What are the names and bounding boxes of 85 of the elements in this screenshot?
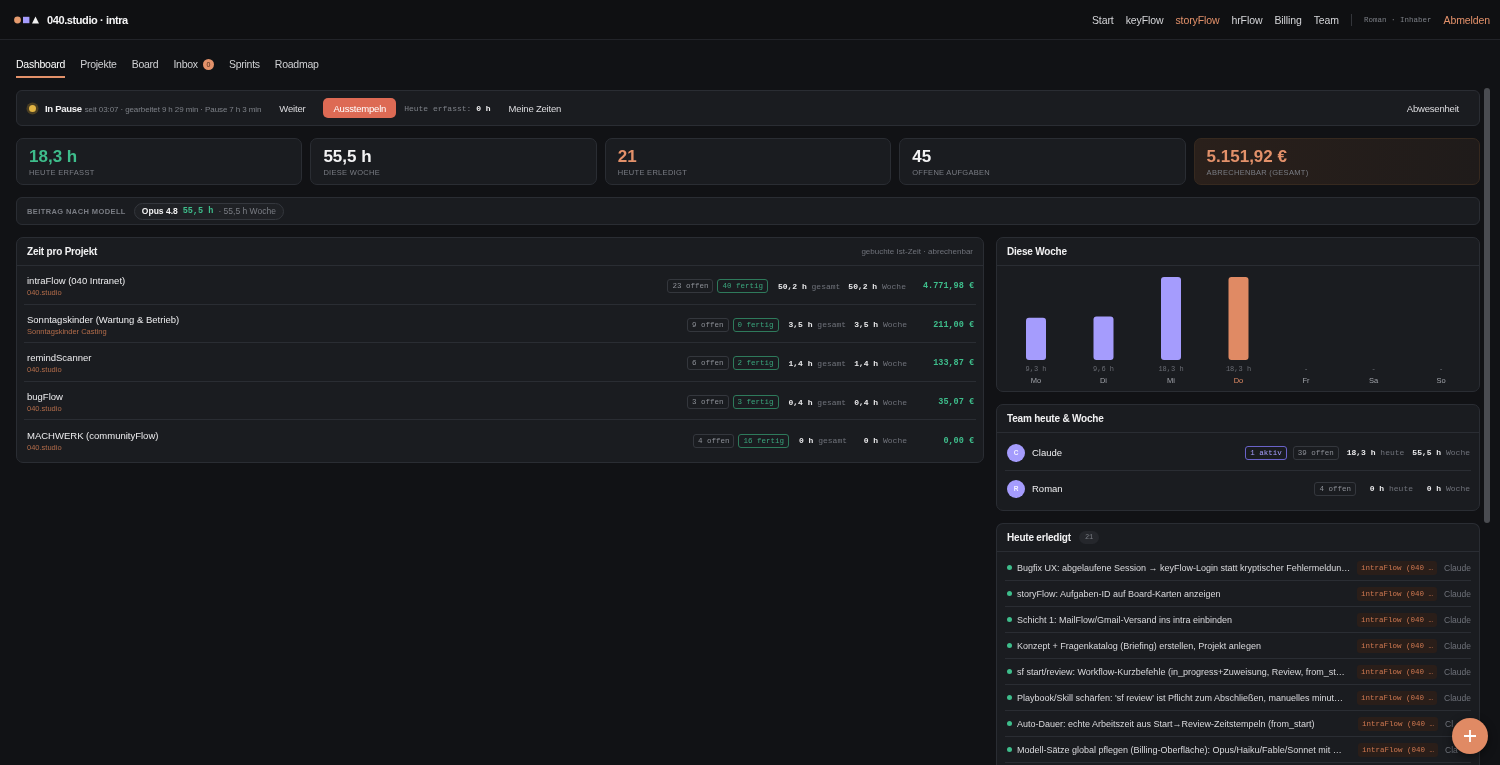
done-status-icon [1007, 721, 1012, 726]
assignee-name: Claude [1444, 666, 1471, 677]
tab[interactable]: Board [131, 56, 159, 78]
panel-title: Heute erledigt [1007, 532, 1071, 543]
done-status-icon [1007, 565, 1012, 570]
task-title: Schicht 1: MailFlow/Gmail-Versand ins intra einbinden [1017, 614, 1234, 625]
stat-value: 45 [912, 147, 932, 167]
task-title: Konzept + Fragenkatalog (Briefing) erstellen, Projekt anlegen [1017, 640, 1262, 651]
billable-amount: 0,00 € [942, 435, 974, 446]
panel-title: Zeit pro Projekt [27, 246, 98, 257]
project-name: Sonntagskinder (Wartung & Betrieb) [27, 313, 180, 326]
panel-note: gebuchte Ist-Zeit · abrechenbar [861, 247, 973, 256]
done-status-icon [1007, 669, 1012, 674]
task-title: Playbook/Skill schärfen: 'sf review' ist Pflicht zum Abschließen, manuelles minut… [1017, 692, 1345, 703]
week-hours-text: 50,2 h Woche [848, 281, 906, 291]
nav-link[interactable]: keyFlow [1125, 13, 1164, 26]
tab[interactable]: Roadmap [274, 56, 319, 78]
week-hours-text: 55,5 h Woche [1412, 448, 1470, 457]
total-hours-text: 50,2 h gesamt [777, 281, 841, 291]
week-hours-text: 0 h Woche [862, 436, 907, 446]
nav-link[interactable]: Start [1091, 13, 1114, 26]
task-title: Auto-Dauer: echte Arbeitszeit aus Start→Review-Zeitstempeln (from_start) [1017, 718, 1316, 729]
model-week-hours: · 55,5 h Woche [218, 206, 276, 216]
stat-value: 18,3 h [29, 147, 78, 167]
app-title: 040.studio · intra [47, 13, 128, 26]
today-hours-text: 18,3 h heute [1346, 448, 1405, 457]
clock-action-button[interactable]: Weiter [269, 98, 316, 118]
week-hours-text: 0,4 h Woche [854, 397, 907, 407]
total-hours-text: 3,5 h gesamt [788, 320, 847, 330]
nav-link[interactable]: hrFlow [1231, 13, 1263, 26]
assignee-name: Claude [1444, 692, 1471, 703]
task-title: sf start/review: Workflow-Kurzbefehle (in_progress+Zuweisung, Review, from_st… [1017, 666, 1346, 677]
clock-action-button[interactable]: Meine Zeiten [498, 98, 572, 118]
panel-title: Team heute & Woche [1007, 413, 1104, 424]
logo-icon [14, 15, 39, 24]
model-name: Opus 4.8 [141, 206, 178, 216]
logout-link[interactable]: Abmelden [1443, 13, 1490, 26]
task-title: Bugfix UX: abgelaufene Session → keyFlow-Login statt kryptischer Fehlermeldun… [1017, 562, 1352, 573]
task-title: storyFlow: Aufgaben-ID auf Board-Karten anzeigen [1017, 588, 1222, 599]
billable-amount: 35,07 € [937, 397, 974, 408]
nav-link[interactable]: storyFlow [1175, 13, 1220, 26]
project-name: remindScanner [27, 352, 92, 365]
member-name: Claude [1032, 447, 1063, 458]
absence-button[interactable]: Abwesenheit [1396, 98, 1469, 118]
billable-amount: 211,00 € [932, 319, 974, 330]
panel-title: Diese Woche [1007, 246, 1067, 257]
assignee-name: Claude [1444, 640, 1471, 651]
project-name: intraFlow (040 Intranet) [27, 275, 126, 288]
project-name: bugFlow [27, 391, 63, 404]
week-hours-text: 3,5 h Woche [854, 320, 907, 330]
plus-icon [1464, 730, 1476, 742]
tracked-today-text: Heute erfasst: 0 h [404, 103, 491, 113]
assignee-name: Claude [1444, 614, 1471, 625]
done-status-icon [1007, 747, 1012, 752]
model-hours: 55,5 h [182, 206, 214, 216]
stat-value: 21 [617, 147, 637, 167]
member-name: Roman [1032, 483, 1063, 494]
done-status-icon [1007, 617, 1012, 622]
assignee-name: Cl [1445, 718, 1455, 729]
nav-link[interactable]: Billing [1274, 13, 1302, 26]
task-title: Modell-Sätze global pflegen (Billing-Oberfläche): Opus/Haiku/Fable/Sonnet mit … [1017, 744, 1343, 755]
scrollbar-thumb[interactable] [1484, 88, 1490, 523]
total-hours-text: 0,4 h gesamt [788, 397, 847, 407]
billable-amount: 133,87 € [932, 358, 974, 369]
total-hours-text: 0 h gesamt [798, 436, 847, 446]
assignee-name: Claude [1444, 562, 1471, 573]
billable-amount: 4.771,98 € [923, 281, 974, 292]
today-hours-text: 0 h heute [1368, 484, 1413, 493]
status-label: In Pause [45, 102, 82, 114]
stat-value: 55,5 h [323, 147, 372, 167]
done-status-icon [1007, 591, 1012, 596]
done-status-icon [1007, 643, 1012, 648]
tab[interactable]: Projekte [80, 56, 117, 78]
status-details: seit 03:07 · gearbeitet 9 h 29 min · Pause 7 h 3 min [84, 104, 262, 114]
done-status-icon [1007, 695, 1012, 700]
assignee-name: Claude [1444, 588, 1471, 599]
stat-value: 5.151,92 € [1206, 147, 1287, 167]
assignee-name: Cla [1445, 744, 1459, 755]
project-name: MACHWERK (communityFlow) [27, 429, 159, 442]
tab[interactable]: Dashboard [16, 56, 66, 78]
week-hours-text: 1,4 h Woche [854, 359, 907, 368]
total-hours-text: 1,4 h gesamt [788, 359, 847, 368]
week-hours-text: 0 h Woche [1425, 484, 1470, 493]
nav-link[interactable]: Team [1313, 13, 1339, 26]
tab[interactable]: Sprints [228, 56, 260, 78]
